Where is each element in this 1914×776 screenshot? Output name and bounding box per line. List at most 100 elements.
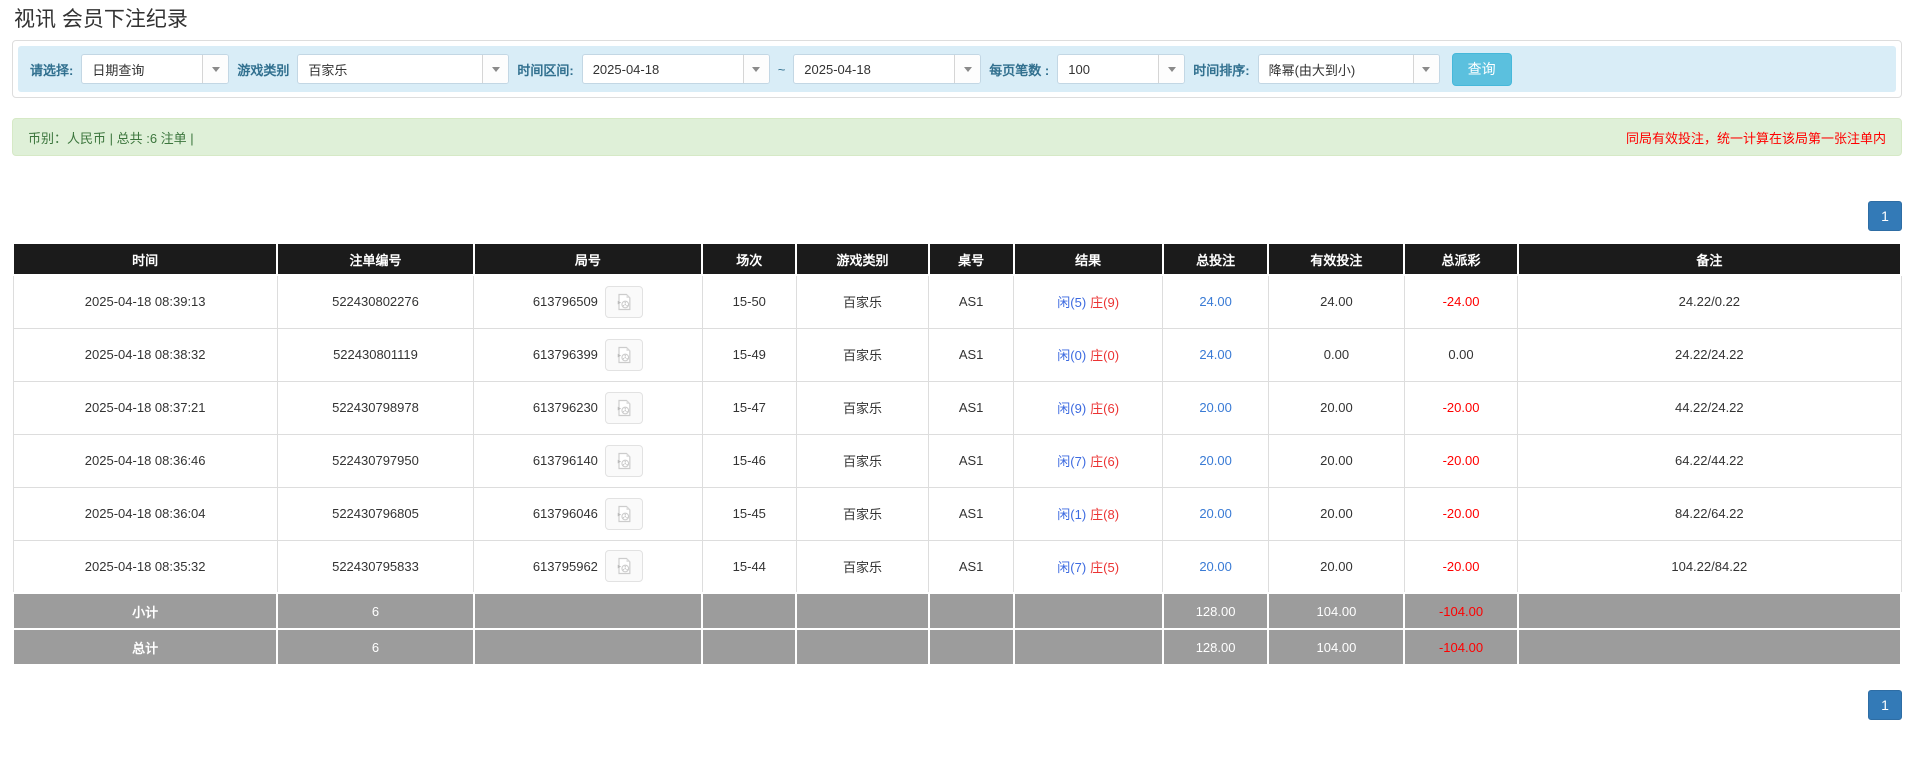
cell-session: 15-49 (702, 328, 796, 381)
chevron-down-icon[interactable] (954, 55, 980, 83)
cell-round-no: 613796046 (474, 487, 702, 540)
cell-game: 百家乐 (796, 275, 928, 328)
page-1-button[interactable]: 1 (1868, 201, 1902, 231)
cell-payout: -20.00 (1404, 381, 1517, 434)
video-replay-button[interactable] (605, 339, 643, 371)
cell-round-no: 613796230 (474, 381, 702, 434)
cell-game: 百家乐 (796, 328, 928, 381)
cell-session: 15-44 (702, 540, 796, 593)
date-to-input[interactable]: 2025-04-18 (793, 54, 981, 84)
search-button[interactable]: 查询 (1452, 53, 1512, 86)
cell-table-no: AS1 (929, 381, 1014, 434)
cell-total-bet[interactable]: 20.00 (1163, 381, 1269, 434)
cell-remark: 24.22/0.22 (1518, 275, 1901, 328)
cell-session: 15-50 (702, 275, 796, 328)
total-row: 总计 6 128.00 104.00 -104.00 (13, 629, 1901, 665)
total-total-bet: 128.00 (1163, 629, 1269, 665)
total-payout: -104.00 (1404, 629, 1517, 665)
cell-remark: 84.22/64.22 (1518, 487, 1901, 540)
game-type-select[interactable]: 百家乐 (297, 54, 509, 84)
summary-bar: 币别：人民币 | 总共 :6 注单 | 同局有效投注，统一计算在该局第一张注单内 (12, 118, 1902, 156)
empty-cell (1014, 593, 1163, 629)
result-player: 闲(1) (1057, 507, 1086, 522)
subtotal-row: 小计 6 128.00 104.00 -104.00 (13, 593, 1901, 629)
header-valid-bet: 有效投注 (1268, 243, 1404, 275)
table-row: 2025-04-18 08:39:13 522430802276 6137965… (13, 275, 1901, 328)
header-result: 结果 (1014, 243, 1163, 275)
sort-label: 时间排序: (1193, 60, 1249, 79)
result-player: 闲(7) (1057, 560, 1086, 575)
cell-total-bet[interactable]: 20.00 (1163, 540, 1269, 593)
cell-bet-no: 522430802276 (277, 275, 473, 328)
cell-game: 百家乐 (796, 381, 928, 434)
cell-valid-bet: 0.00 (1268, 328, 1404, 381)
video-replay-button[interactable] (605, 392, 643, 424)
chevron-down-icon[interactable] (1158, 55, 1184, 83)
video-replay-button[interactable] (605, 286, 643, 318)
select-label: 请选择: (30, 60, 73, 79)
cell-time: 2025-04-18 08:35:32 (13, 540, 277, 593)
cell-total-bet[interactable]: 24.00 (1163, 275, 1269, 328)
cell-session: 15-46 (702, 434, 796, 487)
video-file-icon (614, 398, 634, 418)
cell-round-no: 613796509 (474, 275, 702, 328)
cell-table-no: AS1 (929, 540, 1014, 593)
cell-table-no: AS1 (929, 487, 1014, 540)
time-range-label: 时间区间: (517, 60, 573, 79)
per-page-select[interactable]: 100 (1057, 54, 1185, 84)
header-session: 场次 (702, 243, 796, 275)
empty-cell (1518, 593, 1901, 629)
game-type-value: 百家乐 (298, 55, 482, 83)
cell-game: 百家乐 (796, 540, 928, 593)
cell-total-bet[interactable]: 20.00 (1163, 487, 1269, 540)
cell-result: 闲(5)庄(9) (1014, 275, 1163, 328)
header-remark: 备注 (1518, 243, 1901, 275)
empty-cell (1518, 629, 1901, 665)
round-no-text: 613796509 (533, 294, 598, 309)
result-banker: 庄(0) (1090, 348, 1119, 363)
result-banker: 庄(9) (1090, 295, 1119, 310)
cell-time: 2025-04-18 08:38:32 (13, 328, 277, 381)
cell-result: 闲(0)庄(0) (1014, 328, 1163, 381)
page-1-button[interactable]: 1 (1868, 690, 1902, 720)
empty-cell (474, 593, 702, 629)
empty-cell (1014, 629, 1163, 665)
cell-total-bet[interactable]: 24.00 (1163, 328, 1269, 381)
cell-total-bet[interactable]: 20.00 (1163, 434, 1269, 487)
cell-round-no: 613795962 (474, 540, 702, 593)
video-replay-button[interactable] (605, 550, 643, 582)
video-replay-button[interactable] (605, 498, 643, 530)
cell-result: 闲(7) 庄(5) (1014, 540, 1163, 593)
cell-valid-bet: 24.00 (1268, 275, 1404, 328)
chevron-down-icon[interactable] (202, 55, 228, 83)
chevron-down-icon[interactable] (482, 55, 508, 83)
cell-time: 2025-04-18 08:36:46 (13, 434, 277, 487)
cell-table-no: AS1 (929, 275, 1014, 328)
empty-cell (702, 593, 796, 629)
filter-panel: 请选择: 日期查询 游戏类别 百家乐 时间区间: 2025-04-18 ~ 20… (12, 40, 1902, 98)
subtotal-label: 小计 (13, 593, 277, 629)
header-game-type: 游戏类别 (796, 243, 928, 275)
empty-cell (796, 629, 928, 665)
cell-payout: -24.00 (1404, 275, 1517, 328)
query-type-select[interactable]: 日期查询 (81, 54, 229, 84)
cell-time: 2025-04-18 08:36:04 (13, 487, 277, 540)
cell-result: 闲(9)庄(6) (1014, 381, 1163, 434)
date-range-tilde: ~ (778, 62, 786, 77)
cell-table-no: AS1 (929, 328, 1014, 381)
round-no-text: 613796140 (533, 453, 598, 468)
cell-payout: -20.00 (1404, 434, 1517, 487)
cell-round-no: 613796399 (474, 328, 702, 381)
cell-bet-no: 522430796805 (277, 487, 473, 540)
subtotal-payout: -104.00 (1404, 593, 1517, 629)
cell-result: 闲(1)庄(8) (1014, 487, 1163, 540)
chevron-down-icon[interactable] (743, 55, 769, 83)
cell-remark: 44.22/24.22 (1518, 381, 1901, 434)
video-replay-button[interactable] (605, 445, 643, 477)
result-banker: 庄(5) (1090, 560, 1119, 575)
sort-select[interactable]: 降幂(由大到小) (1258, 54, 1440, 84)
cell-valid-bet: 20.00 (1268, 434, 1404, 487)
chevron-down-icon[interactable] (1413, 55, 1439, 83)
per-page-value: 100 (1058, 55, 1158, 83)
date-from-input[interactable]: 2025-04-18 (582, 54, 770, 84)
